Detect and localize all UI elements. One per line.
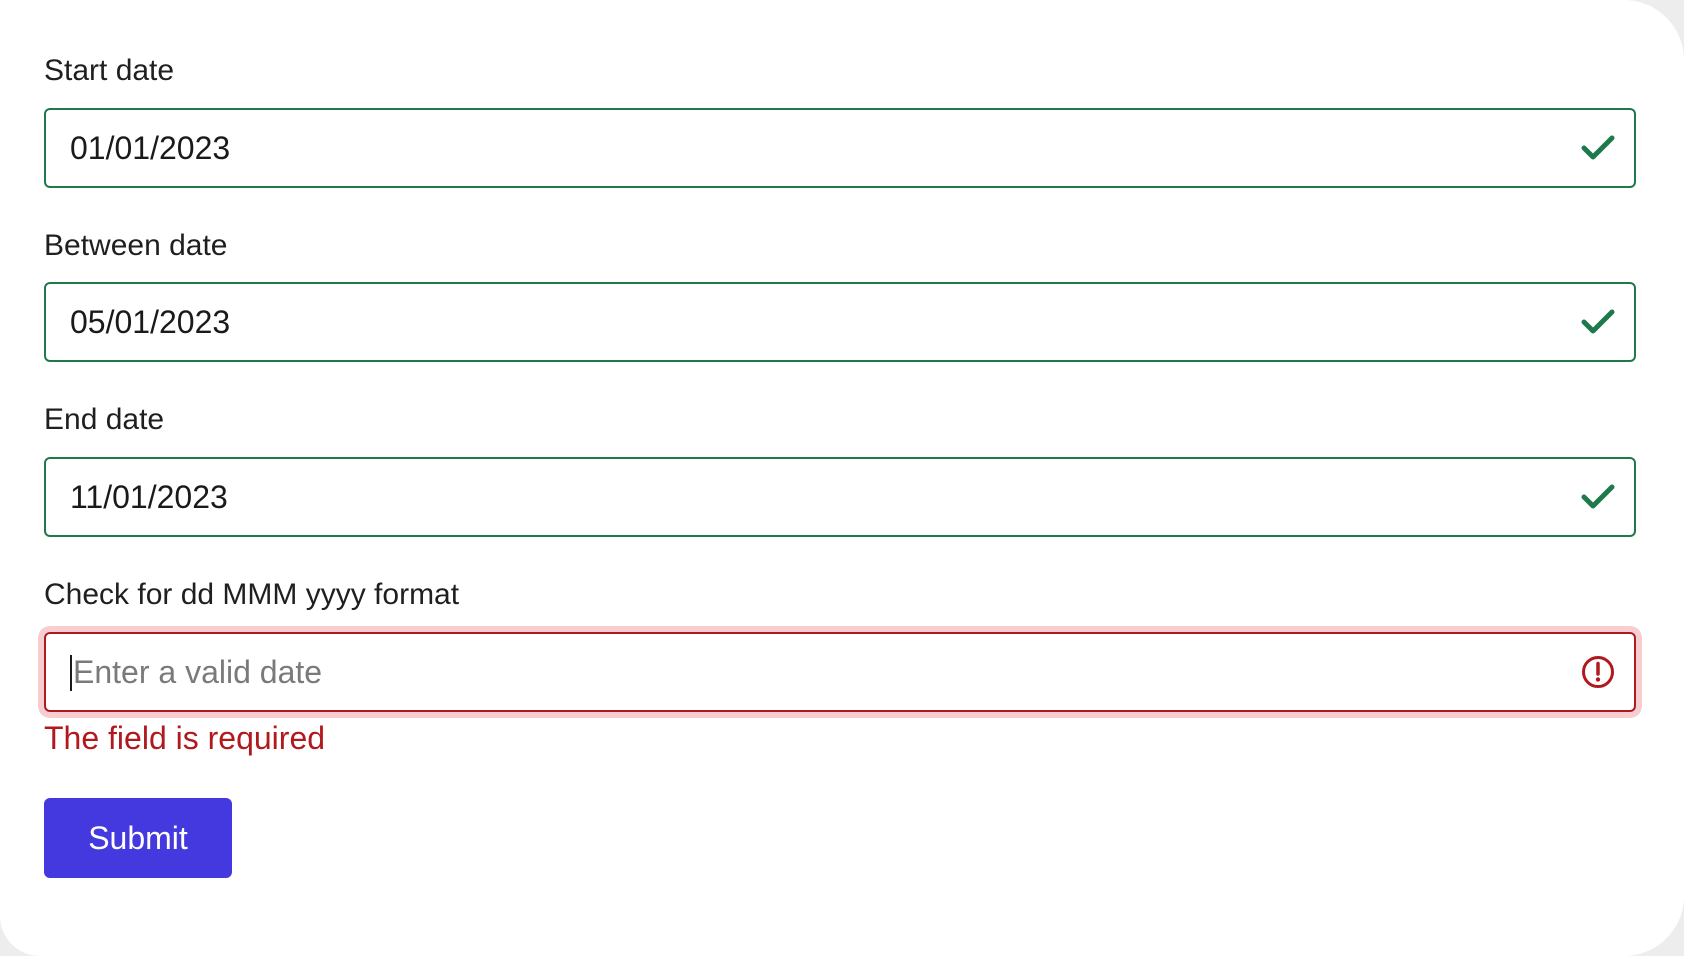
end-date-input[interactable]: 11/01/2023 xyxy=(44,457,1636,537)
submit-button[interactable]: Submit xyxy=(44,798,232,878)
error-icon xyxy=(1582,656,1614,688)
form-card: Start date 01/01/2023 Between date 05/01… xyxy=(0,0,1684,956)
check-icon xyxy=(1581,135,1615,160)
end-date-label: End date xyxy=(44,403,165,436)
between-date-input[interactable]: 05/01/2023 xyxy=(44,282,1636,362)
start-date-input[interactable]: 01/01/2023 xyxy=(44,108,1636,188)
format-date-placeholder-text: Enter a valid date xyxy=(73,654,323,690)
start-date-value: 01/01/2023 xyxy=(70,130,231,166)
text-caret xyxy=(70,654,72,691)
format-date-error: The field is required xyxy=(44,720,326,756)
check-icon xyxy=(1581,484,1615,509)
format-date-label: Check for dd MMM yyyy format xyxy=(44,578,460,611)
check-icon xyxy=(1581,309,1615,334)
end-date-value: 11/01/2023 xyxy=(70,479,228,515)
between-date-value: 05/01/2023 xyxy=(70,304,231,340)
format-date-input[interactable]: Enter a valid date xyxy=(44,632,1636,712)
start-date-label: Start date xyxy=(44,54,175,87)
format-date-placeholder: Enter a valid date xyxy=(70,634,322,710)
between-date-label: Between date xyxy=(44,229,228,262)
